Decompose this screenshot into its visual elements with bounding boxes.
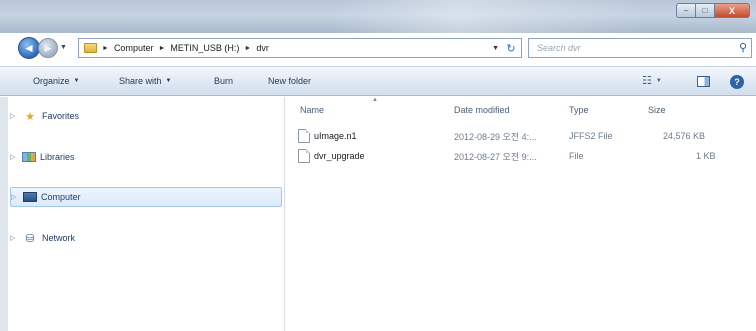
share-with-button[interactable]: Share with ▼ xyxy=(119,76,171,86)
sidebar-item-label: Computer xyxy=(41,192,81,202)
window-controls: – □ X xyxy=(676,3,750,19)
organize-button[interactable]: Organize ▼ xyxy=(33,76,79,86)
computer-icon xyxy=(23,192,37,202)
star-icon: ★ xyxy=(25,110,35,123)
file-size: 1 KB xyxy=(696,151,716,161)
file-date-modified: 2012-08-29 오전 4:... xyxy=(454,131,537,142)
address-history-dropdown[interactable]: ▼ xyxy=(492,45,499,52)
library-icon xyxy=(22,152,36,162)
change-view-button[interactable]: ☷ ▼ xyxy=(642,74,662,87)
sidebar-item-label: Libraries xyxy=(40,152,75,162)
column-header-label: Name xyxy=(300,105,325,115)
column-header-label: Type xyxy=(569,105,589,115)
column-header-date-modified[interactable]: Date modified xyxy=(454,105,510,115)
breadcrumb-dvr[interactable]: dvr xyxy=(256,43,269,53)
search-input[interactable]: Search dvr xyxy=(537,43,581,53)
back-arrow-icon: ◄ xyxy=(23,41,35,55)
file-size: 24,576 KB xyxy=(663,131,706,141)
preview-pane-button[interactable] xyxy=(697,76,710,87)
new-folder-button[interactable]: New folder xyxy=(268,76,311,86)
file-list: Name ▲ Date modified Type Size uImage.n1… xyxy=(286,97,756,331)
chevron-down-icon: ▼ xyxy=(73,78,80,84)
chevron-right-icon[interactable]: ► xyxy=(102,45,109,52)
chevron-down-icon: ▼ xyxy=(655,77,662,84)
sidebar-item-label: Network xyxy=(42,233,76,243)
recent-pages-dropdown[interactable]: ▼ xyxy=(60,44,67,51)
expand-arrow-icon[interactable]: ▷ xyxy=(10,153,22,161)
forward-button[interactable]: ► xyxy=(38,38,58,58)
maximize-button[interactable]: □ xyxy=(695,3,714,18)
breadcrumb-usb-drive[interactable]: METIN_USB (H:) xyxy=(170,43,239,53)
expand-arrow-icon[interactable]: ▷ xyxy=(11,193,23,201)
new-folder-label: New folder xyxy=(268,76,312,86)
file-type: JFFS2 File xyxy=(569,131,613,141)
table-row[interactable]: uImage.n1 2012-08-29 오전 4:... JFFS2 File… xyxy=(296,127,736,145)
preview-pane-icon xyxy=(697,76,710,87)
chevron-right-icon[interactable]: ► xyxy=(244,45,251,52)
chevron-right-icon[interactable]: ► xyxy=(158,45,165,52)
column-header-type[interactable]: Type xyxy=(569,105,589,115)
minimize-button[interactable]: – xyxy=(676,3,695,18)
file-icon xyxy=(298,129,310,143)
navigation-pane xyxy=(0,97,285,331)
refresh-icon[interactable]: ↻ xyxy=(503,40,519,56)
sidebar-item-label: Favorites xyxy=(42,111,80,121)
burn-label: Burn xyxy=(214,76,234,86)
file-date-modified: 2012-08-27 오전 9:... xyxy=(454,151,537,162)
back-button[interactable]: ◄ xyxy=(18,37,40,59)
column-header-label: Date modified xyxy=(454,105,510,115)
sidebar-item-libraries[interactable]: ▷ Libraries xyxy=(10,147,75,167)
column-header-size[interactable]: Size xyxy=(648,105,666,115)
sidebar-item-network[interactable]: ▷ ⛁ Network xyxy=(10,228,75,248)
share-with-label: Share with xyxy=(119,76,162,86)
help-button[interactable]: ? xyxy=(730,75,744,89)
sidebar-item-favorites[interactable]: ▷ ★ Favorites xyxy=(10,106,79,126)
sidebar-item-computer[interactable]: ▷ Computer xyxy=(10,187,282,207)
help-icon: ? xyxy=(730,75,744,89)
chevron-down-icon: ▼ xyxy=(165,78,172,84)
address-bar[interactable]: ► Computer ► METIN_USB (H:) ► dvr ▼ ↻ xyxy=(78,38,522,58)
navigation-pane-edge xyxy=(0,97,8,331)
expand-arrow-icon[interactable]: ▷ xyxy=(10,112,22,120)
organize-label: Organize xyxy=(33,76,70,86)
title-bar-glass xyxy=(330,0,650,33)
breadcrumb-computer[interactable]: Computer xyxy=(114,43,154,53)
sort-caret-icon: ▲ xyxy=(372,97,378,103)
expand-arrow-icon[interactable]: ▷ xyxy=(10,234,22,242)
column-header-name[interactable]: Name xyxy=(300,105,324,115)
breadcrumb: ► Computer ► METIN_USB (H:) ► dvr xyxy=(97,43,269,53)
search-icon[interactable]: ⚲ xyxy=(739,41,747,54)
command-bar: Organize ▼ Share with ▼ Burn New folder ☷ ▼… xyxy=(0,66,756,96)
column-header-label: Size xyxy=(648,105,666,115)
close-button[interactable]: X xyxy=(714,3,750,18)
file-name: uImage.n1 xyxy=(314,131,357,141)
network-icon: ⛁ xyxy=(25,232,35,245)
file-type: File xyxy=(569,151,584,161)
file-name: dvr_upgrade xyxy=(314,151,365,161)
table-row[interactable]: dvr_upgrade 2012-08-27 오전 9:... File 1 K… xyxy=(296,147,736,165)
search-box[interactable]: Search dvr ⚲ xyxy=(528,38,752,58)
burn-button[interactable]: Burn xyxy=(214,76,233,86)
title-bar: – □ X xyxy=(0,0,756,33)
folder-icon xyxy=(84,43,97,53)
view-details-icon: ☷ xyxy=(642,75,652,87)
file-icon xyxy=(298,149,310,163)
forward-arrow-icon: ► xyxy=(42,41,54,55)
